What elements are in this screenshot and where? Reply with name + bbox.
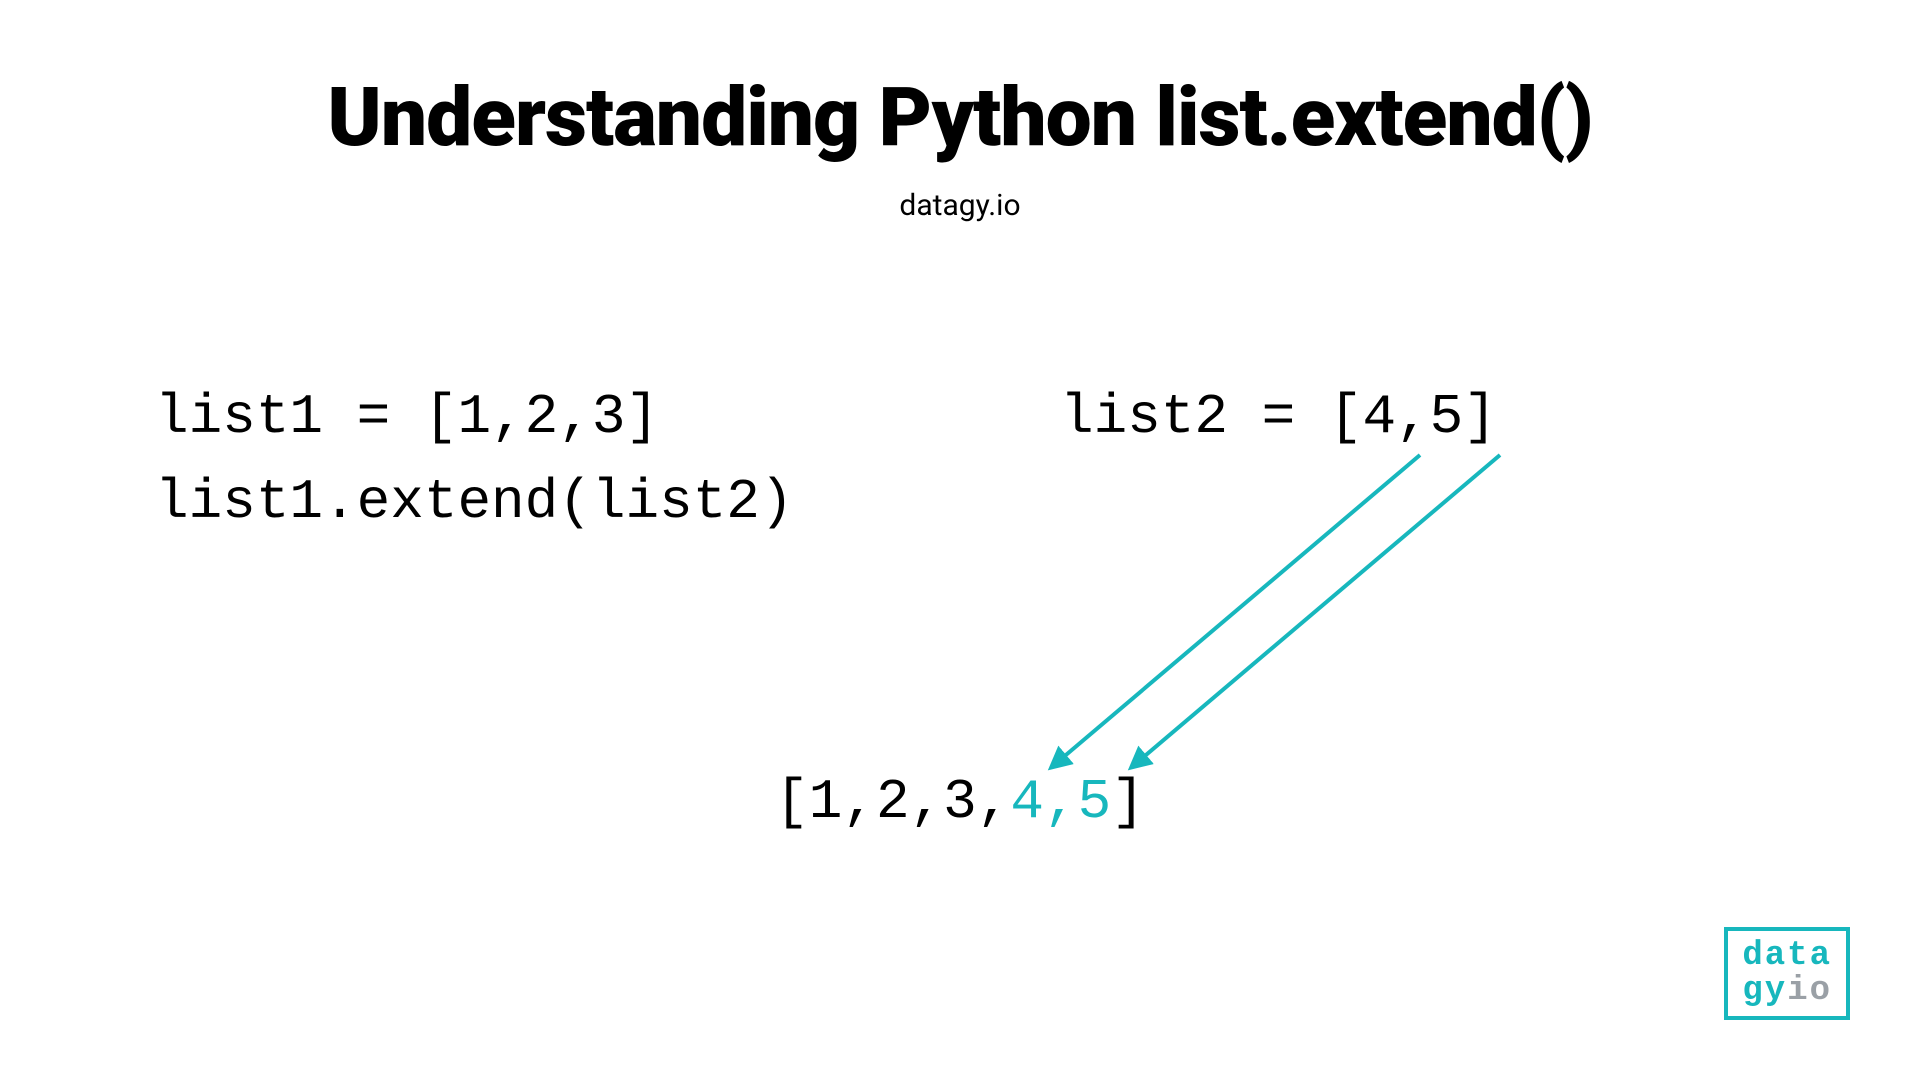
page-title: Understanding Python list.extend() [0, 70, 1920, 166]
subtitle: datagy.io [0, 188, 1920, 223]
result-list: [1,2,3,4,5] [0, 770, 1920, 834]
result-suffix: ] [1111, 770, 1145, 834]
code-list1-definition: list1 = [1,2,3] [155, 385, 659, 449]
result-prefix: [1,2,3, [775, 770, 1010, 834]
code-extend-call: list1.extend(list2) [155, 470, 794, 534]
logo-line2: gyio [1742, 974, 1832, 1010]
logo-line1: data [1742, 939, 1832, 975]
code-list2-definition: list2 = [4,5] [1060, 385, 1497, 449]
arrow-2-icon [1140, 455, 1500, 760]
datagy-logo: data gyio [1724, 927, 1850, 1020]
result-highlight: 4,5 [1010, 770, 1111, 834]
arrow-1-icon [1060, 455, 1420, 760]
